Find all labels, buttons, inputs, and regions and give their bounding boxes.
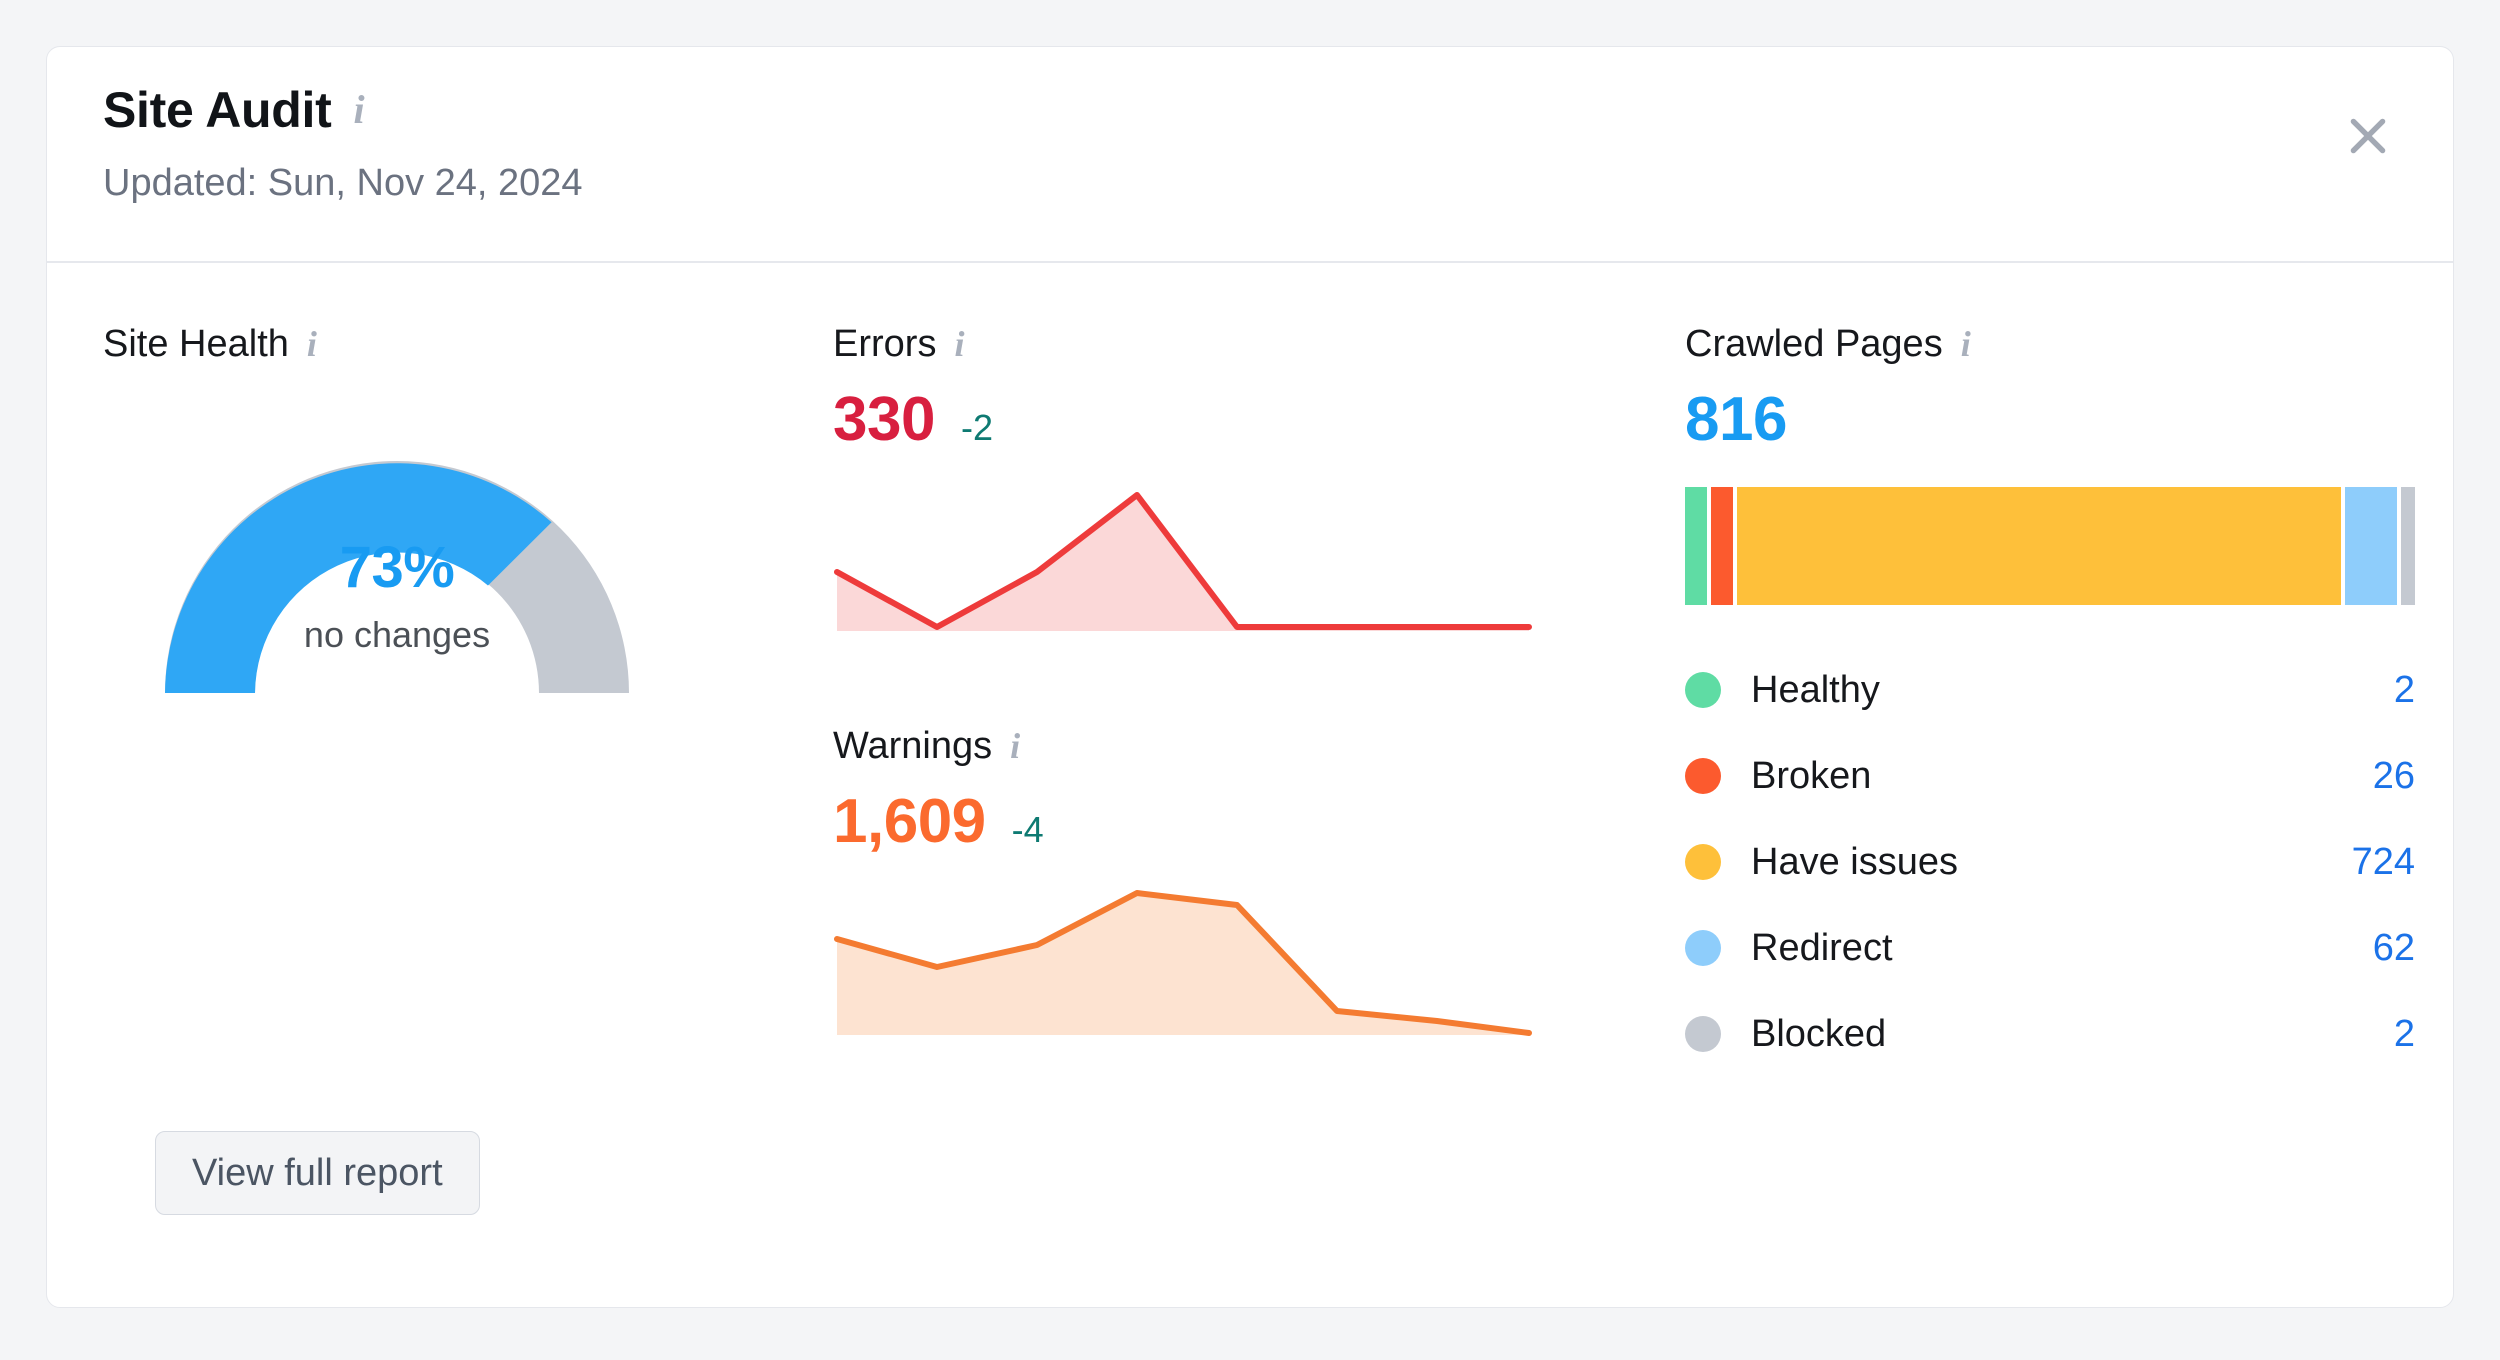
legend-value[interactable]: 2 xyxy=(2394,671,2415,709)
healthy-color-dot xyxy=(1685,672,1721,708)
issues-block: Errors i 330 -2 Warnings i 1,609 -4 xyxy=(833,325,1613,1045)
legend-row-redirect[interactable]: Redirect 62 xyxy=(1685,905,2415,991)
errors-value-row: 330 -2 xyxy=(833,389,1613,451)
legend-row-blocked[interactable]: Blocked 2 xyxy=(1685,991,2415,1077)
widget-body: Site Health i 73% no changes Errors i 33… xyxy=(47,263,2453,1307)
legend-label: Healthy xyxy=(1751,669,1880,711)
site-health-block: Site Health i 73% no changes xyxy=(103,325,723,701)
crawled-pages-block: Crawled Pages i 816 Healthy 2 Broken 26 … xyxy=(1685,325,2415,1077)
crawled-pages-label-row: Crawled Pages i xyxy=(1685,325,2415,363)
stacked-bar-segment-broken[interactable] xyxy=(1711,487,1733,605)
warnings-label: Warnings xyxy=(833,725,993,767)
errors-block: Errors i 330 -2 xyxy=(833,325,1613,643)
site-health-gauge: 73% no changes xyxy=(117,411,677,701)
legend-label: Redirect xyxy=(1751,927,1893,969)
warnings-value[interactable]: 1,609 xyxy=(833,791,986,853)
crawled-pages-total[interactable]: 816 xyxy=(1685,389,2415,451)
site-health-change: no changes xyxy=(303,614,491,655)
crawled-pages-info-icon[interactable]: i xyxy=(1961,326,1971,362)
broken-color-dot xyxy=(1685,758,1721,794)
errors-label-row: Errors i xyxy=(833,325,1613,363)
warnings-block: Warnings i 1,609 -4 xyxy=(833,727,1613,1045)
close-icon[interactable] xyxy=(2339,107,2397,165)
title-row: Site Audit i xyxy=(103,85,2401,135)
warnings-sparkline xyxy=(833,875,1533,1045)
stacked-bar-segment-healthy[interactable] xyxy=(1685,487,1707,605)
errors-sparkline xyxy=(833,473,1533,643)
have-issues-color-dot xyxy=(1685,844,1721,880)
errors-info-icon[interactable]: i xyxy=(954,326,964,362)
updated-timestamp: Updated: Sun, Nov 24, 2024 xyxy=(103,162,583,204)
view-full-report-button[interactable]: View full report xyxy=(155,1131,480,1215)
gauge-center-labels: 73% no changes xyxy=(117,539,677,653)
legend-row-have-issues[interactable]: Have issues 724 xyxy=(1685,819,2415,905)
site-health-label: Site Health xyxy=(103,323,289,365)
crawled-pages-label: Crawled Pages xyxy=(1685,323,1943,365)
legend-row-healthy[interactable]: Healthy 2 xyxy=(1685,647,2415,733)
legend-value[interactable]: 2 xyxy=(2394,1015,2415,1053)
stacked-bar-segment-blocked[interactable] xyxy=(2401,487,2415,605)
warnings-label-row: Warnings i xyxy=(833,727,1613,765)
site-health-percent: 73% xyxy=(339,535,455,600)
crawled-pages-stacked-bar xyxy=(1685,487,2415,605)
crawled-pages-legend: Healthy 2 Broken 26 Have issues 724 Redi… xyxy=(1685,647,2415,1077)
widget-header: Site Audit i Updated: Sun, Nov 24, 2024 xyxy=(47,47,2453,263)
site-audit-info-icon[interactable]: i xyxy=(353,90,364,130)
stacked-bar-segment-have-issues[interactable] xyxy=(1737,487,2341,605)
legend-row-broken[interactable]: Broken 26 xyxy=(1685,733,2415,819)
stacked-bar-segment-redirect[interactable] xyxy=(2345,487,2397,605)
site-health-info-icon[interactable]: i xyxy=(307,326,317,362)
warnings-info-icon[interactable]: i xyxy=(1010,728,1020,764)
legend-value[interactable]: 724 xyxy=(2352,843,2415,881)
errors-label: Errors xyxy=(833,323,937,365)
legend-label: Have issues xyxy=(1751,841,1958,883)
redirect-color-dot xyxy=(1685,930,1721,966)
legend-value[interactable]: 26 xyxy=(2373,757,2415,795)
legend-label: Blocked xyxy=(1751,1013,1887,1055)
legend-value[interactable]: 62 xyxy=(2373,929,2415,967)
blocked-color-dot xyxy=(1685,1016,1721,1052)
errors-delta: -2 xyxy=(960,407,993,448)
page-title: Site Audit xyxy=(103,82,332,138)
warnings-delta: -4 xyxy=(1011,809,1044,850)
legend-label: Broken xyxy=(1751,755,1872,797)
errors-value[interactable]: 330 xyxy=(833,389,935,451)
warnings-value-row: 1,609 -4 xyxy=(833,791,1613,853)
site-audit-widget: Site Audit i Updated: Sun, Nov 24, 2024 … xyxy=(46,46,2454,1308)
site-health-label-row: Site Health i xyxy=(103,325,723,363)
